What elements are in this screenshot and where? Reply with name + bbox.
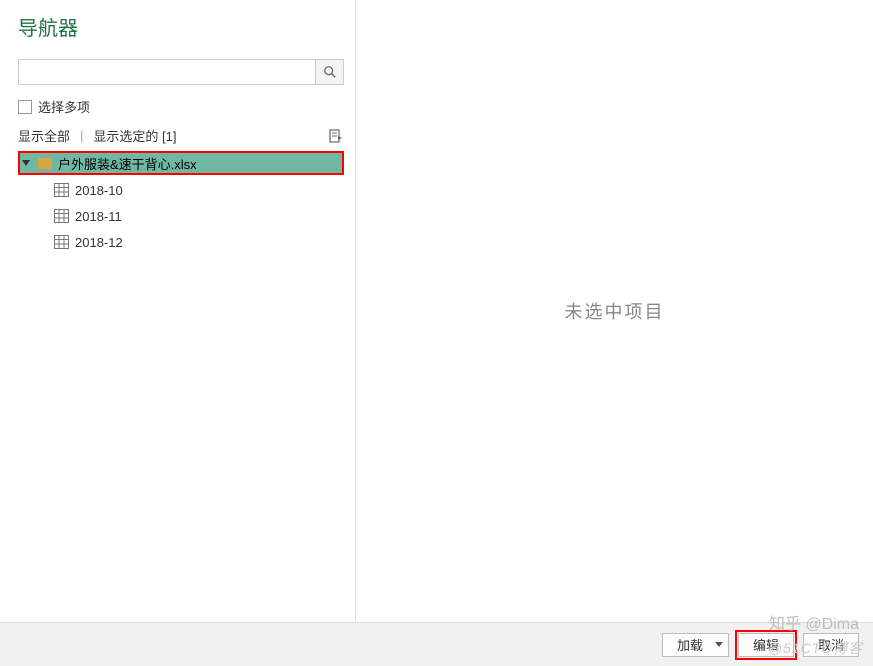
edit-highlight: 编辑: [735, 630, 797, 660]
search-button[interactable]: [315, 60, 343, 84]
load-dropdown-button[interactable]: [711, 633, 729, 657]
display-options-icon[interactable]: [328, 128, 344, 144]
sheet-label: 2018-12: [75, 235, 123, 250]
tree-sheet-node[interactable]: 2018-10: [18, 177, 344, 203]
sheet-icon: [54, 209, 69, 223]
sheet-label: 2018-11: [75, 209, 122, 224]
dialog-footer: 加载 编辑 取消: [0, 622, 873, 666]
expander-icon[interactable]: [22, 160, 30, 166]
navigator-panel: 导航器 选择多项 显示全部 | 显示选定的 [1]: [0, 0, 355, 622]
sheet-label: 2018-10: [75, 183, 123, 198]
show-selected-link[interactable]: 显示选定的 [1]: [93, 126, 176, 145]
search-input[interactable]: [19, 60, 315, 84]
multi-select-checkbox[interactable]: [18, 100, 32, 114]
multi-select-label: 选择多项: [38, 97, 90, 116]
show-all-link[interactable]: 显示全部: [18, 126, 70, 145]
tree-sheet-node[interactable]: 2018-11: [18, 203, 344, 229]
search-box: [18, 59, 344, 85]
tree-sheet-node[interactable]: 2018-12: [18, 229, 344, 255]
load-button-group: 加载: [662, 633, 729, 657]
file-name: 户外服装&速干背心.xlsx: [58, 154, 197, 173]
load-button[interactable]: 加载: [662, 633, 712, 657]
cancel-button[interactable]: 取消: [803, 633, 859, 657]
sheet-icon: [54, 235, 69, 249]
workbook-icon: [38, 158, 52, 169]
preview-panel: 未选中项目: [355, 0, 873, 622]
no-selection-text: 未选中项目: [565, 298, 665, 324]
sheet-icon: [54, 183, 69, 197]
chevron-down-icon: [715, 642, 723, 647]
edit-button[interactable]: 编辑: [738, 633, 794, 657]
dialog-title: 导航器: [18, 12, 355, 41]
filter-row: 显示全部 | 显示选定的 [1]: [18, 126, 344, 145]
tree-file-node[interactable]: 户外服装&速干背心.xlsx: [18, 151, 344, 175]
file-tree: 户外服装&速干背心.xlsx 2018-10 2018-11 2018-12: [18, 149, 344, 255]
search-icon: [323, 65, 337, 79]
multi-select-row[interactable]: 选择多项: [18, 97, 355, 116]
